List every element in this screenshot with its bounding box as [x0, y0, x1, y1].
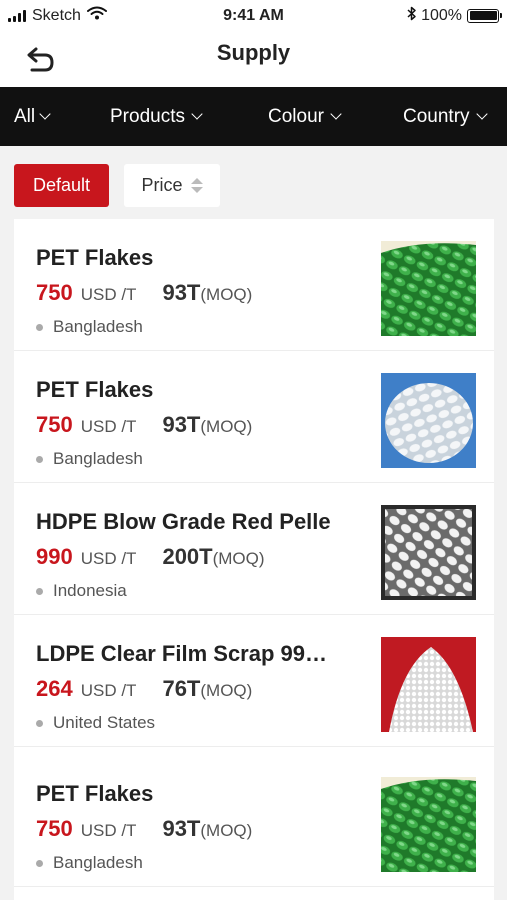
filter-products[interactable]: Products — [110, 87, 203, 146]
bullet-dot-icon — [36, 455, 43, 463]
country-row: Indonesia — [36, 581, 127, 601]
bluetooth-icon — [407, 6, 417, 25]
bullet-dot-icon — [36, 719, 43, 727]
country-row: United States — [36, 713, 155, 733]
country-row: Bangladesh — [36, 853, 143, 873]
battery-percent: 100% — [421, 6, 462, 24]
price-row: 264 USD /T 76T (MOQ) — [36, 676, 252, 702]
moq-value: 93T — [162, 816, 201, 841]
product-list: PET Flakes 750 USD /T 93T (MOQ) Banglade… — [14, 219, 494, 900]
bullet-dot-icon — [36, 859, 43, 867]
product-price: 750 — [36, 280, 73, 305]
price-unit: USD /T — [80, 681, 137, 700]
product-price: 750 — [36, 816, 73, 841]
moq-value: 93T — [162, 280, 201, 305]
battery-icon — [467, 8, 502, 23]
page-title: Supply — [216, 40, 291, 65]
product-image — [381, 505, 476, 600]
product-card[interactable]: HDPE Blow Grade Red Pelle 990 USD /T 200… — [14, 483, 494, 615]
moq-value: 76T — [162, 676, 201, 701]
moq-label: (MOQ) — [200, 821, 253, 840]
sort-row: Default Price — [0, 146, 507, 218]
product-price: 264 — [36, 676, 73, 701]
country-row: Bangladesh — [36, 317, 143, 337]
filter-bar: All Products Colour Country — [0, 87, 507, 146]
filter-all-label: All — [14, 106, 36, 127]
moq-label: (MOQ) — [200, 417, 253, 436]
sort-price-label: Price — [141, 175, 183, 195]
price-unit: USD /T — [80, 821, 137, 840]
product-card[interactable]: PET Flakes 750 USD /T 93T (MOQ) Banglade… — [14, 351, 494, 483]
price-unit: USD /T — [80, 285, 137, 304]
price-unit: USD /T — [80, 549, 137, 568]
filter-colour-label: Colour — [268, 106, 324, 127]
price-row: 750 USD /T 93T (MOQ) — [36, 816, 252, 842]
moq-value: 200T — [162, 544, 213, 569]
bullet-dot-icon — [36, 323, 43, 331]
moq-label: (MOQ) — [200, 285, 253, 304]
chevron-down-icon — [330, 107, 342, 120]
filter-colour[interactable]: Colour — [268, 87, 342, 146]
product-image — [381, 241, 476, 336]
chevron-down-icon — [475, 107, 488, 120]
product-price: 990 — [36, 544, 73, 569]
product-title: PET Flakes — [36, 377, 154, 402]
price-row: 750 USD /T 93T (MOQ) — [36, 280, 252, 306]
chevron-down-icon — [39, 107, 51, 120]
filter-all[interactable]: All — [14, 87, 51, 146]
product-title: HDPE Blow Grade Red Pelle — [36, 509, 331, 534]
filter-country[interactable]: Country — [403, 87, 488, 146]
sort-price-button[interactable]: Price — [124, 164, 220, 207]
moq-value: 93T — [162, 412, 201, 437]
product-country: Bangladesh — [53, 853, 143, 872]
product-title: LDPE Clear Film Scrap 99… — [36, 641, 327, 666]
filter-products-label: Products — [110, 106, 185, 127]
moq-label: (MOQ) — [200, 681, 253, 700]
status-right: 100% — [407, 6, 502, 25]
status-bar: Sketch 9:41 AM 100% — [0, 0, 507, 34]
product-title: PET Flakes — [36, 781, 154, 806]
price-row: 750 USD /T 93T (MOQ) — [36, 412, 252, 438]
sort-default-button[interactable]: Default — [14, 164, 109, 207]
product-card[interactable]: PET Flakes 750 USD /T 93T (MOQ) Banglade… — [14, 747, 494, 887]
product-country: Indonesia — [53, 581, 127, 600]
product-title: PET Flakes — [36, 245, 154, 270]
product-country: Bangladesh — [53, 317, 143, 336]
product-country: United States — [53, 713, 156, 732]
price-row: 990 USD /T 200T (MOQ) — [36, 544, 265, 570]
country-row: Bangladesh — [36, 449, 143, 469]
moq-label: (MOQ) — [212, 549, 265, 568]
product-price: 750 — [36, 412, 73, 437]
chevron-down-icon — [191, 107, 203, 120]
filter-country-label: Country — [403, 106, 470, 127]
product-image — [381, 777, 476, 872]
product-image — [381, 637, 476, 732]
nav-bar: Supply — [0, 34, 507, 87]
product-card[interactable]: LDPE Clear Film Scrap 99… 264 USD /T 76T… — [14, 615, 494, 747]
product-image — [381, 373, 476, 468]
price-unit: USD /T — [80, 417, 137, 436]
product-country: Bangladesh — [53, 449, 143, 468]
bullet-dot-icon — [36, 587, 43, 595]
sort-arrows-icon — [190, 178, 203, 193]
product-card[interactable]: PET Flakes 750 USD /T 93T (MOQ) Banglade… — [14, 219, 494, 351]
